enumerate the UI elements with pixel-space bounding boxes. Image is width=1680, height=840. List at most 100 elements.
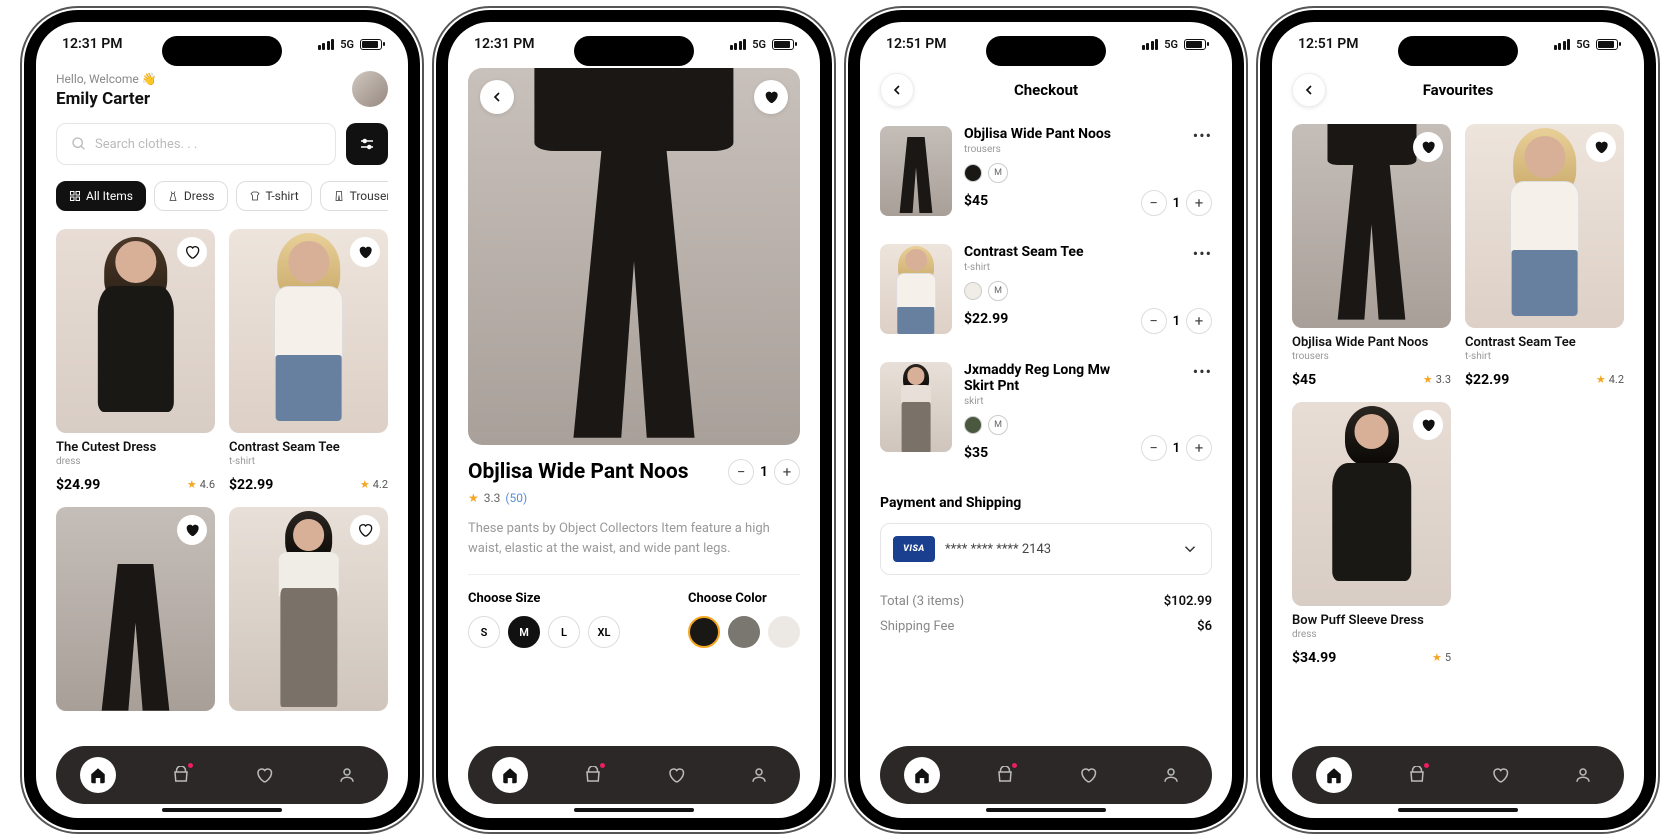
size-option-m[interactable]: M [508, 616, 540, 648]
phone-favourites: 12:51 PM 5G Favourites Objlisa W [1260, 10, 1656, 830]
qty-increase[interactable]: + [1186, 190, 1212, 216]
qty-increase[interactable]: + [1186, 308, 1212, 334]
nav-cart[interactable] [987, 757, 1023, 793]
qty-increase[interactable]: + [1186, 435, 1212, 461]
favourite-button[interactable] [1586, 132, 1616, 162]
page-title: Checkout [1014, 81, 1078, 99]
chip-dress[interactable]: Dress [154, 181, 228, 211]
heart-icon [357, 244, 373, 260]
back-button[interactable] [480, 80, 514, 114]
qty-decrease[interactable]: − [1141, 435, 1167, 461]
status-time: 12:31 PM [474, 36, 535, 52]
more-button[interactable]: ••• [1193, 244, 1212, 263]
color-swatch [964, 282, 982, 300]
chip-trousers[interactable]: Trousers [320, 181, 388, 211]
nav-profile[interactable] [1153, 757, 1189, 793]
nav-home[interactable] [492, 757, 528, 793]
bag-icon [172, 766, 190, 784]
color-swatch [964, 416, 982, 434]
favourite-card[interactable]: Contrast Seam Tee t-shirt $22.99 ★4.2 [1465, 124, 1624, 388]
favourite-button[interactable] [177, 237, 207, 267]
chevron-left-icon [889, 82, 905, 98]
favourite-button[interactable] [350, 237, 380, 267]
size-option-s[interactable]: S [468, 616, 500, 648]
cart-item: Objlisa Wide Pant Noos trousers M $45 ••… [880, 112, 1212, 230]
nav-favourites[interactable] [658, 757, 694, 793]
home-icon [89, 766, 107, 784]
bottom-nav [880, 746, 1212, 804]
grid-icon [69, 190, 81, 202]
color-option-grey[interactable] [728, 616, 760, 648]
product-card[interactable] [229, 507, 388, 711]
size-badge: M [988, 163, 1008, 183]
star-icon: ★ [468, 491, 479, 505]
size-option-xl[interactable]: XL [588, 616, 620, 648]
filter-button[interactable] [346, 123, 388, 165]
nav-cart[interactable] [163, 757, 199, 793]
bottom-nav [1292, 746, 1624, 804]
favourite-card[interactable]: Bow Puff Sleeve Dress dress $34.99 ★5 [1292, 402, 1451, 666]
product-card[interactable]: Contrast Seam Tee t-shirt $22.99 ★4.2 [229, 229, 388, 493]
payment-section-title: Payment and Shipping [880, 495, 1212, 511]
star-icon: ★ [1423, 373, 1433, 386]
size-option-l[interactable]: L [548, 616, 580, 648]
qty-decrease[interactable]: − [1141, 190, 1167, 216]
more-button[interactable]: ••• [1193, 126, 1212, 145]
trousers-icon [333, 190, 345, 202]
favourite-button[interactable] [350, 515, 380, 545]
nav-home[interactable] [904, 757, 940, 793]
payment-method-card[interactable]: VISA **** **** **** 2143 [880, 523, 1212, 575]
favourite-button[interactable] [1413, 132, 1443, 162]
favourite-button[interactable] [177, 515, 207, 545]
favourite-button[interactable] [1413, 410, 1443, 440]
back-button[interactable] [880, 73, 914, 107]
search-input[interactable]: Search clothes. . . [56, 123, 336, 165]
home-icon [1325, 766, 1343, 784]
color-option-cream[interactable] [768, 616, 800, 648]
qty-increase[interactable]: + [774, 459, 800, 485]
nav-home[interactable] [1316, 757, 1352, 793]
user-icon [750, 766, 768, 784]
nav-home[interactable] [80, 757, 116, 793]
product-description: These pants by Object Collectors Item fe… [468, 519, 800, 575]
nav-cart[interactable] [575, 757, 611, 793]
heart-icon [1420, 417, 1436, 433]
nav-profile[interactable] [329, 757, 365, 793]
quantity-stepper: − 1 + [728, 459, 800, 485]
nav-profile[interactable] [1565, 757, 1601, 793]
star-icon: ★ [1432, 651, 1442, 664]
more-button[interactable]: ••• [1193, 362, 1212, 381]
nav-favourites[interactable] [1482, 757, 1518, 793]
tshirt-icon [249, 190, 261, 202]
home-icon [913, 766, 931, 784]
total-label: Total (3 items) [880, 594, 964, 609]
phone-detail: 12:31 PM 5G Objlisa Wide Pant Noos − 1 + [436, 10, 832, 830]
reviews-link[interactable]: (50) [505, 491, 527, 505]
chip-all-items[interactable]: All Items [56, 181, 146, 211]
star-icon: ★ [360, 478, 370, 491]
nav-favourites[interactable] [1070, 757, 1106, 793]
back-button[interactable] [1292, 73, 1326, 107]
nav-cart[interactable] [1399, 757, 1435, 793]
avatar[interactable] [352, 71, 388, 107]
qty-decrease[interactable]: − [1141, 308, 1167, 334]
qty-decrease[interactable]: − [728, 459, 754, 485]
color-swatch [964, 164, 982, 182]
nav-favourites[interactable] [246, 757, 282, 793]
status-time: 12:31 PM [62, 36, 123, 52]
nav-profile[interactable] [741, 757, 777, 793]
size-badge: M [988, 281, 1008, 301]
heart-icon [763, 89, 779, 105]
favourite-card[interactable]: Objlisa Wide Pant Noos trousers $45 ★3.3 [1292, 124, 1451, 388]
page-title: Favourites [1423, 81, 1494, 99]
heart-icon [1491, 766, 1509, 784]
shipping-value: $6 [1197, 619, 1212, 634]
color-option-black[interactable] [688, 616, 720, 648]
star-icon: ★ [1596, 373, 1606, 386]
favourite-button[interactable] [754, 80, 788, 114]
chevron-down-icon [1181, 540, 1199, 558]
product-card[interactable]: The Cutest Dress dress $24.99 ★4.6 [56, 229, 215, 493]
bag-icon [1408, 766, 1426, 784]
product-card[interactable] [56, 507, 215, 711]
chip-tshirt[interactable]: T-shirt [236, 181, 312, 211]
